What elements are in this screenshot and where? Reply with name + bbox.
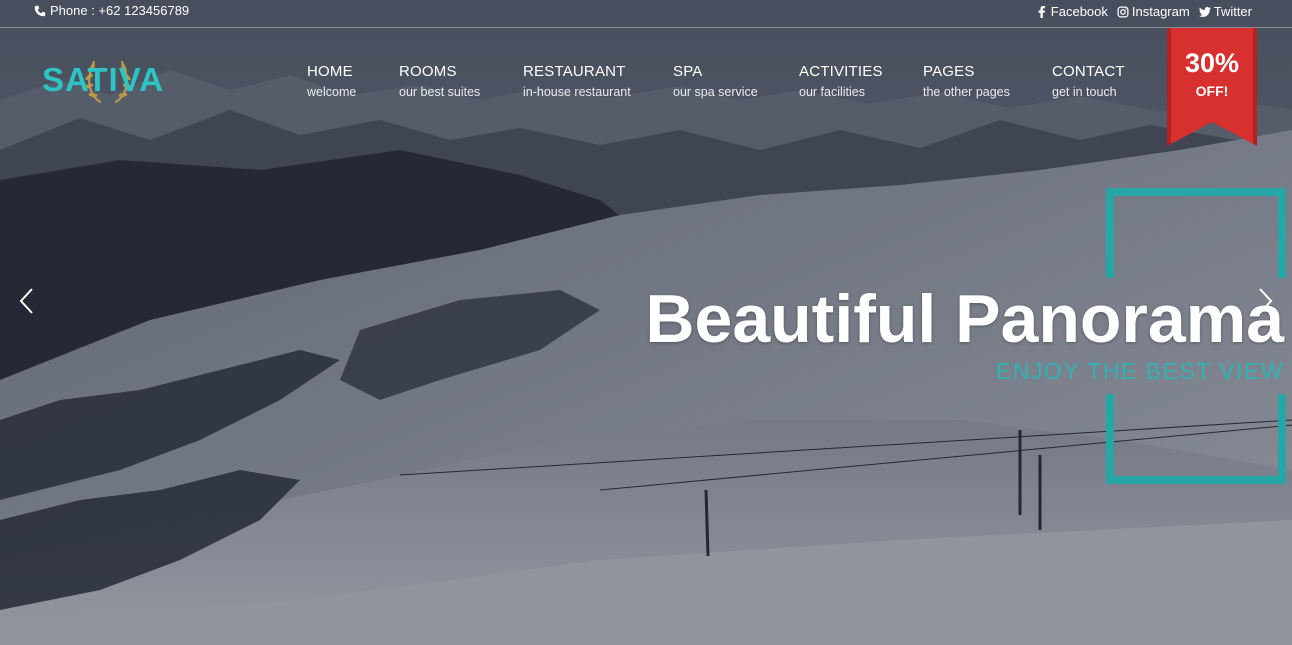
frame-right-bottom-border (1278, 394, 1286, 484)
frame-left-bottom-border (1106, 394, 1114, 484)
nav-title: PAGES (923, 63, 975, 80)
nav-title: CONTACT (1052, 63, 1125, 80)
twitter-label: Twitter (1213, 4, 1252, 19)
instagram-link[interactable]: Instagram (1117, 4, 1190, 19)
nav-item-activities[interactable]: ACTIVITIES our facilities (799, 63, 883, 99)
nav-item-rooms[interactable]: ROOMS our best suites (399, 63, 480, 99)
ribbon-label: OFF! (1195, 83, 1229, 99)
logo-text: SATIVA (42, 61, 165, 98)
phone-info: Phone : +62 123456789 (34, 3, 189, 18)
frame-right-top-border (1278, 188, 1286, 278)
nav-subtitle: our best suites (399, 85, 481, 99)
nav-item-home[interactable]: HOME welcome (307, 63, 356, 99)
nav-subtitle: in-house restaurant (523, 85, 631, 99)
twitter-link[interactable]: Twitter (1198, 4, 1252, 19)
facebook-icon (1038, 5, 1045, 18)
nav-subtitle: welcome (307, 85, 357, 99)
nav-item-contact[interactable]: CONTACT get in touch (1052, 63, 1125, 99)
slide-subtitle: ENJOY THE BEST VIEW (996, 358, 1284, 384)
site-logo[interactable]: SATIVA (42, 52, 172, 108)
nav-title: ROOMS (399, 63, 457, 80)
slide-title: Beautiful Panorama (645, 281, 1284, 357)
nav-title: ACTIVITIES (799, 63, 883, 80)
phone-icon (34, 5, 46, 16)
nav-subtitle: the other pages (923, 85, 1010, 99)
facebook-link[interactable]: Facebook (1036, 4, 1108, 19)
instagram-icon (1117, 5, 1129, 18)
phone-text: Phone : +62 123456789 (50, 3, 190, 18)
frame-left-top-border (1106, 188, 1114, 278)
facebook-label: Facebook (1050, 4, 1108, 19)
chevron-right-icon[interactable] (1258, 287, 1274, 315)
nav-title: HOME (307, 63, 353, 80)
instagram-label: Instagram (1131, 4, 1190, 19)
twitter-icon (1198, 6, 1211, 17)
nav-title: SPA (673, 63, 703, 80)
top-bar: Phone : +62 123456789 Facebook Instagram… (0, 0, 1292, 28)
frame-bottom-border (1106, 476, 1286, 484)
social-links: Facebook Instagram Twitter (1036, 4, 1252, 19)
nav-title: RESTAURANT (523, 63, 626, 80)
ribbon-percent: 30% (1184, 48, 1240, 78)
nav-item-pages[interactable]: PAGES the other pages (923, 63, 1010, 99)
nav-subtitle: our spa service (673, 85, 758, 99)
frame-top-border (1106, 188, 1286, 196)
chevron-left-icon[interactable] (18, 287, 34, 315)
nav-subtitle: our facilities (799, 85, 865, 99)
nav-subtitle: get in touch (1052, 85, 1117, 99)
nav-item-spa[interactable]: SPA our spa service (673, 63, 758, 99)
discount-ribbon[interactable]: 30% OFF! (1167, 28, 1257, 146)
nav-item-restaurant[interactable]: RESTAURANT in-house restaurant (523, 63, 631, 99)
